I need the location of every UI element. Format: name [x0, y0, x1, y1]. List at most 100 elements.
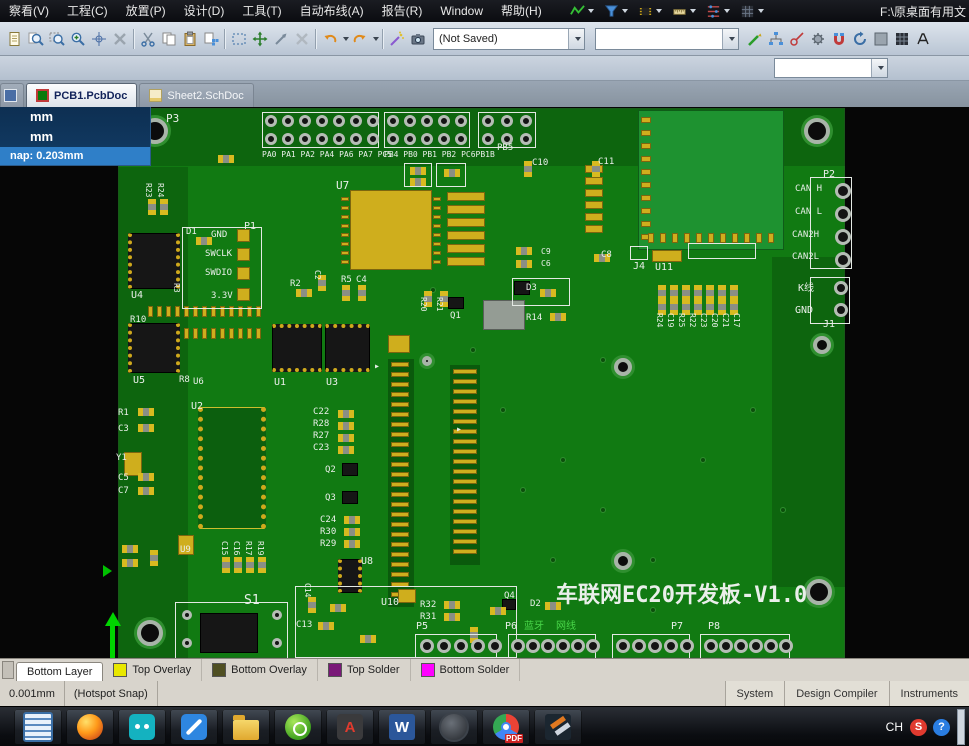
menu-item-8[interactable]: 帮助(H)	[492, 0, 551, 22]
taskbar-app-word[interactable]: W	[378, 709, 426, 745]
tray-sogou-input-icon[interactable]: S	[910, 719, 927, 736]
through-hole-pad	[482, 115, 494, 127]
menu-item-7[interactable]: Window	[431, 0, 492, 22]
interactive-routing-icon[interactable]	[744, 27, 765, 51]
through-hole-pad	[632, 639, 646, 653]
through-hole-pad	[421, 133, 433, 145]
grid-select-combo[interactable]	[774, 58, 888, 78]
taskbar-app-chrome-pdf[interactable]: PDF	[482, 709, 530, 745]
tab-PCB1.PcbDoc[interactable]: PCB1.PcbDoc	[26, 83, 137, 107]
layer-tab-top-solder[interactable]: Top Solder	[318, 659, 411, 681]
grid-icon[interactable]	[891, 27, 912, 51]
taskbar-app-firefox[interactable]	[66, 709, 114, 745]
sch-icon	[149, 89, 162, 102]
input-language-indicator[interactable]: CH	[886, 720, 903, 734]
through-hole-pad	[779, 639, 793, 653]
menu-item-6[interactable]: 报告(R)	[373, 0, 432, 22]
component-icon[interactable]	[633, 0, 667, 22]
route-tool-icon[interactable]	[565, 0, 599, 22]
menu-item-5[interactable]: 自动布线(A)	[291, 0, 373, 22]
net-icon[interactable]	[701, 0, 735, 22]
show-desktop-button[interactable]	[957, 709, 965, 745]
silkscreen-label: R24	[156, 183, 164, 197]
panel-button-system[interactable]: System	[725, 681, 785, 707]
magnet-icon[interactable]	[828, 27, 849, 51]
tray-help-icon[interactable]: ?	[933, 719, 950, 736]
wand-icon[interactable]	[386, 27, 407, 51]
filter-icon[interactable]	[599, 0, 633, 22]
tab-stub[interactable]	[0, 83, 24, 107]
paste-icon[interactable]	[179, 27, 200, 51]
menu-item-0[interactable]: 察看(V)	[0, 0, 58, 22]
layer-color-swatch	[421, 663, 435, 677]
taskbar-app-dark-circle[interactable]	[430, 709, 478, 745]
menu-item-2[interactable]: 放置(P)	[117, 0, 175, 22]
hud-snap-value: nap: 0.203mm	[0, 147, 150, 165]
undo-icon[interactable]	[319, 27, 340, 51]
smd-pad	[453, 389, 477, 394]
class-combo[interactable]	[595, 28, 739, 50]
tab-Sheet2.SchDoc[interactable]: Sheet2.SchDoc	[139, 83, 253, 107]
passive-component	[234, 557, 242, 573]
panel-button-instruments[interactable]: Instruments	[889, 681, 969, 707]
grid-tool-icon[interactable]	[735, 0, 769, 22]
layer-tab-top-overlay[interactable]: Top Overlay	[103, 659, 202, 681]
silkscreen-label: CAN H	[795, 185, 822, 194]
taskbar-app-calculator[interactable]	[14, 709, 62, 745]
through-hole-pad	[387, 133, 399, 145]
taskbar-app-altium[interactable]	[534, 709, 582, 745]
zoom-area-icon[interactable]	[46, 27, 67, 51]
ruler-icon[interactable]	[667, 0, 701, 22]
net-name-combo[interactable]: (Not Saved)	[433, 28, 585, 50]
layer-tab-bottom-overlay[interactable]: Bottom Overlay	[202, 659, 318, 681]
taskbar-app-green-app[interactable]	[274, 709, 322, 745]
select-area-icon[interactable]	[228, 27, 249, 51]
zoom-in-icon[interactable]	[67, 27, 88, 51]
passive-component	[524, 161, 532, 177]
hierarchy-icon[interactable]	[765, 27, 786, 51]
font-icon[interactable]	[912, 27, 933, 51]
menu-item-4[interactable]: 工具(T)	[233, 0, 290, 22]
redo-icon[interactable]	[349, 27, 370, 51]
green-app-icon	[285, 714, 311, 740]
crosshair-icon[interactable]	[88, 27, 109, 51]
capture-icon[interactable]	[407, 27, 428, 51]
combo-dropdown-button[interactable]	[568, 29, 584, 49]
new-document-icon[interactable]	[4, 27, 25, 51]
through-hole-pad	[265, 115, 277, 127]
menu-item-1[interactable]: 工程(C)	[58, 0, 117, 22]
rotate-icon[interactable]	[849, 27, 870, 51]
move-icon[interactable]	[249, 27, 270, 51]
copy-icon[interactable]	[158, 27, 179, 51]
smd-pad	[433, 260, 441, 264]
gear-icon[interactable]	[807, 27, 828, 51]
taskbar-app-adobe-acrobat[interactable]: A	[326, 709, 374, 745]
menu-item-3[interactable]: 设计(D)	[175, 0, 234, 22]
panel-button-design-compiler[interactable]: Design Compiler	[784, 681, 888, 707]
taskbar-app-pencil-app[interactable]	[170, 709, 218, 745]
hud-x-coordinate: mm	[0, 107, 150, 127]
silkscreen-label: P2	[823, 170, 835, 180]
clear-filter-icon[interactable]	[109, 27, 130, 51]
via	[550, 557, 556, 563]
passive-component	[218, 155, 234, 163]
smd-pad	[391, 472, 409, 477]
mounting-hole	[422, 356, 432, 366]
taskbar-app-folder[interactable]	[222, 709, 270, 745]
combo-dropdown-button[interactable]	[871, 59, 887, 77]
plane-icon[interactable]	[870, 27, 891, 51]
menu-bar-items: 察看(V)工程(C)放置(P)设计(D)工具(T)自动布线(A)报告(R)Win…	[0, 0, 551, 22]
layer-tab-bottom-solder[interactable]: Bottom Solder	[411, 659, 521, 681]
combo-dropdown-button[interactable]	[722, 29, 738, 49]
layer-tab-bottom-layer[interactable]: Bottom Layer	[16, 662, 103, 681]
clear-selection-icon[interactable]	[291, 27, 312, 51]
cut-icon[interactable]	[137, 27, 158, 51]
zoom-document-icon[interactable]	[25, 27, 46, 51]
origin-arrow	[105, 612, 121, 658]
paste-array-icon[interactable]	[200, 27, 221, 51]
probe-icon[interactable]	[786, 27, 807, 51]
pcb-editor-canvas[interactable]: P3PA0 PA1 PA2 PA4 PA6 PA7 PC5PB4 PB0 PB1…	[0, 107, 969, 658]
taskbar-app-teal-app[interactable]	[118, 709, 166, 745]
layer-scroll-button[interactable]	[2, 661, 14, 679]
drag-icon[interactable]	[270, 27, 291, 51]
